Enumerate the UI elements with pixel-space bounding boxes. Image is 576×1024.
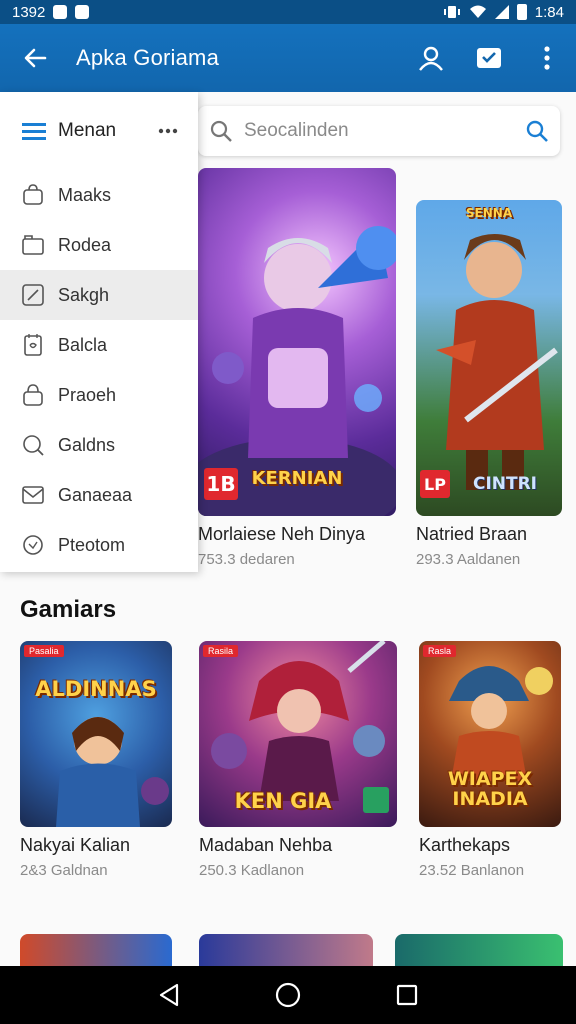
inbox-check-icon xyxy=(477,48,501,68)
hero-illustration xyxy=(436,234,558,490)
game-subtitle: 2&3 Galdnan xyxy=(20,862,108,879)
drawer-item-balcla[interactable]: Balcla xyxy=(0,320,198,370)
game-art: Pasalia ALDINNAS xyxy=(20,641,172,827)
game-tag: Rasila xyxy=(203,645,239,657)
status-bar: 1392 1:84 xyxy=(0,0,576,24)
badge: LP xyxy=(420,470,450,498)
art-title: KERNIAN xyxy=(251,468,343,489)
nav-home-button[interactable] xyxy=(268,975,308,1015)
drawer-header: Menan xyxy=(0,92,198,170)
art-logo: SENNA xyxy=(465,206,513,220)
inbox-button[interactable] xyxy=(460,24,518,92)
featured-subtitle: 753.3 dedaren xyxy=(198,551,295,568)
art-title: KEN GIA xyxy=(234,789,332,813)
drawer-title: Menan xyxy=(58,120,117,141)
drawer-item-rodea[interactable]: Rodea xyxy=(0,220,198,270)
back-button[interactable] xyxy=(0,24,70,92)
search-submit-icon[interactable] xyxy=(526,120,548,142)
circle-home-icon xyxy=(275,982,301,1008)
game-tag: Pasalia xyxy=(24,645,64,657)
game-card[interactable]: Rasila KEN GIA Madaban Nehba 250.3 Kadla… xyxy=(199,641,399,879)
game-art: Rasla WIAPEX INADIA xyxy=(419,641,561,827)
section-title: Gamiars xyxy=(20,596,117,623)
signal-icon xyxy=(494,5,509,19)
navigation-drawer: Menan Maaks Rodea Sakgh Balcla Praoeh Ga… xyxy=(0,92,198,572)
nav-back-button[interactable] xyxy=(149,975,189,1015)
drawer-item-ganaeaa[interactable]: Ganaeaa xyxy=(0,470,198,520)
featured-subtitle: 293.3 Aaldanen xyxy=(416,551,521,568)
notification-icon xyxy=(53,5,68,19)
battery-icon xyxy=(516,4,527,20)
shield-icon xyxy=(20,532,46,558)
account-button[interactable] xyxy=(402,24,460,92)
featured-card[interactable]: 1B KERNIAN Morlaiese Neh Dinya 753.3 ded… xyxy=(198,168,398,568)
game-card[interactable]: Rasla WIAPEX INADIA Karthekaps 23.52 Ban… xyxy=(419,641,569,879)
featured-card[interactable]: SENNA LP CINTRI Natried Braan 293.3 Aald… xyxy=(416,200,566,568)
game-subtitle: 250.3 Kadlanon xyxy=(199,862,305,879)
game-art: SENNA LP CINTRI xyxy=(416,200,562,516)
drawer-item-label: Sakgh xyxy=(58,284,110,305)
system-nav-bar xyxy=(0,966,576,1024)
square-recents-icon xyxy=(396,984,417,1006)
folder-icon xyxy=(20,232,46,258)
more-vert-icon xyxy=(544,46,550,70)
lock-icon xyxy=(20,382,46,408)
search-input[interactable] xyxy=(244,120,526,142)
drawer-item-label: Balcla xyxy=(58,334,108,355)
drawer-item-label: Ganaeaa xyxy=(58,484,133,505)
bag-icon xyxy=(20,182,46,208)
game-subtitle: 23.52 Banlanon xyxy=(419,862,525,879)
status-time-left: 1392 xyxy=(12,3,46,21)
drawer-item-galdns[interactable]: Galdns xyxy=(0,420,198,470)
corner-logo xyxy=(363,787,389,813)
drawer-item-sakgh[interactable]: Sakgh xyxy=(0,270,198,320)
more-options-button[interactable] xyxy=(518,24,576,92)
search-icon xyxy=(210,120,232,142)
art-title: WIAPEX INADIA xyxy=(447,768,533,810)
more-horiz-icon[interactable] xyxy=(158,128,178,134)
search-bar[interactable] xyxy=(198,106,560,156)
drawer-item-label: Rodea xyxy=(58,234,112,255)
game-title: Madaban Nehba xyxy=(199,835,333,855)
search-icon xyxy=(20,432,46,458)
nav-recents-button[interactable] xyxy=(387,975,427,1015)
game-title: Karthekaps xyxy=(419,835,511,855)
badge: 1B xyxy=(204,468,238,500)
drawer-item-label: Pteotom xyxy=(58,534,126,555)
status-time-right: 1:84 xyxy=(534,3,564,21)
featured-title: Morlaiese Neh Dinya xyxy=(198,524,366,544)
art-title: ALDINNAS xyxy=(35,677,157,701)
screen: 1392 1:84 Apka Goriama Seocalinden Menan… xyxy=(0,0,576,1024)
featured-title: Natried Braan xyxy=(416,524,528,544)
vibrate-icon xyxy=(443,6,460,18)
mail-icon xyxy=(20,482,46,508)
drawer-item-praoeh[interactable]: Praoeh xyxy=(0,370,198,420)
game-art: Rasila KEN GIA xyxy=(199,641,397,827)
game-tag: Rasla xyxy=(423,645,457,657)
hamburger-menu-icon[interactable] xyxy=(22,121,46,141)
drawer-item-maaks[interactable]: Maaks xyxy=(0,170,198,220)
document-icon xyxy=(20,332,46,358)
drawer-item-label: Maaks xyxy=(58,184,112,205)
game-title: Nakyai Kalian xyxy=(20,835,131,855)
message-icon xyxy=(75,5,90,19)
edit-icon xyxy=(20,282,46,308)
game-art: 1B KERNIAN xyxy=(198,168,396,516)
hero-illustration xyxy=(198,226,396,516)
drawer-item-pteotom[interactable]: Pteotom xyxy=(0,520,198,570)
art-title: CINTRI xyxy=(472,474,538,494)
wifi-icon xyxy=(469,5,486,18)
arrow-back-icon xyxy=(24,48,47,68)
app-title: Apka Goriama xyxy=(76,45,220,70)
app-bar: Apka Goriama xyxy=(0,24,576,92)
drawer-item-label: Praoeh xyxy=(58,384,117,405)
drawer-item-label: Galdns xyxy=(58,434,116,455)
game-card[interactable]: Pasalia ALDINNAS Nakyai Kalian 2&3 Galdn… xyxy=(20,641,180,879)
person-icon xyxy=(419,46,443,71)
triangle-back-icon xyxy=(160,983,179,1007)
hero-illustration xyxy=(56,717,169,827)
